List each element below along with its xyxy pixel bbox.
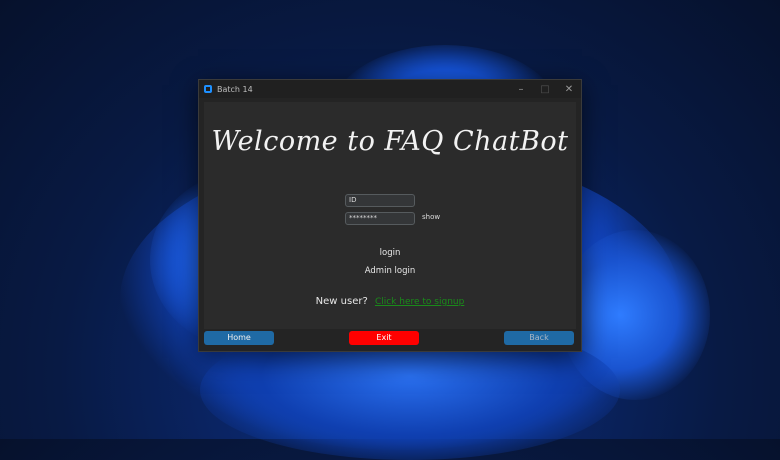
signup-link[interactable]: Click here to signup — [375, 297, 464, 307]
welcome-heading: Welcome to FAQ ChatBot — [211, 126, 569, 157]
close-button[interactable]: ✕ — [557, 80, 581, 98]
window-title: Batch 14 — [217, 84, 253, 94]
new-user-label: New user? — [315, 296, 368, 307]
home-button[interactable]: Home — [204, 331, 274, 345]
title-bar[interactable]: Batch 14 – □ ✕ — [199, 80, 581, 98]
app-window: Batch 14 – □ ✕ Welcome to FAQ ChatBot ID… — [198, 79, 582, 352]
new-user-row: New user? Click here to signup — [204, 296, 576, 307]
exit-button[interactable]: Exit — [349, 331, 419, 345]
window-controls: – □ ✕ — [509, 80, 581, 98]
password-input[interactable]: ******** — [345, 212, 415, 225]
minimize-button[interactable]: – — [509, 80, 533, 98]
back-button[interactable]: Back — [504, 331, 574, 345]
show-password-toggle[interactable]: show — [422, 213, 440, 221]
maximize-button[interactable]: □ — [533, 80, 557, 98]
login-button[interactable]: login — [204, 248, 576, 258]
login-panel: Welcome to FAQ ChatBot ID ******** show … — [204, 102, 576, 329]
admin-login-button[interactable]: Admin login — [204, 266, 576, 276]
bottom-bar: Home Exit Back — [199, 330, 581, 350]
app-icon — [204, 85, 212, 93]
id-input[interactable]: ID — [345, 194, 415, 207]
